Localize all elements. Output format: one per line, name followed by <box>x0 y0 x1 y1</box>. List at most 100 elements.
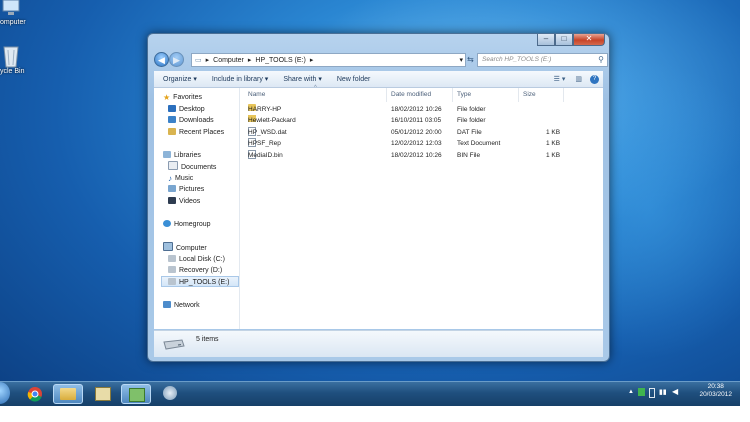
file-list: Name ^ Date modified Type Size HARRY-HP … <box>240 85 606 329</box>
preview-pane-icon[interactable]: ▥ <box>575 75 582 83</box>
nav-network[interactable]: Network <box>163 300 200 311</box>
breadcrumb-separator-icon: ▸ <box>247 57 252 64</box>
nav-local-disk[interactable]: Local Disk (C:) <box>168 254 225 265</box>
file-date: 18/02/2012 10:26 <box>391 106 442 113</box>
breadcrumb-computer[interactable]: Computer <box>213 57 244 64</box>
column-header-name[interactable]: Name <box>248 91 265 98</box>
nav-computer[interactable]: Computer <box>163 242 207 253</box>
start-button[interactable] <box>0 382 10 404</box>
nav-documents[interactable]: Documents <box>168 161 216 172</box>
file-type: File folder <box>457 106 486 113</box>
chrome-icon <box>27 387 42 402</box>
nav-recent-places[interactable]: Recent Places <box>168 127 224 138</box>
forward-button[interactable]: ▶ <box>169 52 184 67</box>
recent-places-icon <box>168 128 176 135</box>
clock-time: 20:38 <box>707 383 724 390</box>
desktop-recycle-bin-icon[interactable]: ycle Bin <box>0 44 34 75</box>
search-placeholder: Search HP_TOOLS (E:) <box>482 56 552 63</box>
videos-icon <box>168 197 176 204</box>
show-hidden-icons-icon[interactable]: ▲ <box>628 389 634 395</box>
downloads-icon <box>168 116 176 123</box>
clock[interactable]: 20:38 20/03/2012 <box>699 383 732 399</box>
nav-homegroup[interactable]: Homegroup <box>163 219 211 230</box>
libraries-icon <box>163 151 171 158</box>
drive-icon <box>168 255 176 262</box>
file-size: 1 KB <box>546 129 561 136</box>
file-size: 1 KB <box>546 140 561 147</box>
address-bar[interactable]: ▭ ▸ Computer ▸ HP_TOOLS (E:) ▸ ▾ <box>191 53 466 67</box>
nav-downloads[interactable]: Downloads <box>168 115 214 126</box>
nav-music[interactable]: ♪ Music <box>168 173 193 184</box>
file-row[interactable]: HPSF_Rep 12/02/2012 12:03 Text Document … <box>246 138 606 149</box>
file-date: 18/02/2012 10:26 <box>391 152 442 159</box>
computer-small-icon: ▭ <box>195 57 202 64</box>
column-header-size[interactable]: Size <box>523 91 536 98</box>
explorer-content: ★ Favorites Desktop Downloads Recent Plac… <box>154 85 606 329</box>
homegroup-icon <box>163 220 171 227</box>
music-icon: ♪ <box>168 174 172 183</box>
taskbar-explorer-button[interactable] <box>53 384 83 404</box>
file-name: HP_WSD.dat <box>248 129 287 136</box>
desktop-icon <box>168 105 176 112</box>
battery-icon[interactable] <box>649 388 655 398</box>
navigation-pane: ★ Favorites Desktop Downloads Recent Plac… <box>154 88 240 329</box>
new-folder-button[interactable]: New folder <box>337 76 370 83</box>
volume-icon[interactable]: ◀ <box>672 387 678 396</box>
recycle-bin-icon <box>3 46 19 68</box>
breadcrumb-separator-icon: ▸ <box>309 57 314 64</box>
minimize-button[interactable]: – <box>537 34 555 46</box>
file-name: Hewlett-Packard <box>248 117 296 124</box>
desktop: omputer ycle Bin – □ ✕ ◀ ▶ ▭ ▸ Computer … <box>0 0 740 402</box>
computer-icon <box>163 242 173 251</box>
desktop-icon-label: omputer <box>0 19 26 26</box>
file-name: HPSF_Rep <box>248 140 281 147</box>
status-bar: 5 items <box>154 330 603 357</box>
nav-pictures[interactable]: Pictures <box>168 184 204 195</box>
nav-recovery[interactable]: Recovery (D:) <box>168 265 222 276</box>
view-options-icon[interactable]: ☰ ▾ <box>554 75 566 83</box>
navigation-bar: ◀ ▶ ▭ ▸ Computer ▸ HP_TOOLS (E:) ▸ ▾ ⇆ S… <box>154 51 608 69</box>
column-header-type[interactable]: Type <box>457 91 471 98</box>
desktop-computer-icon[interactable]: omputer <box>0 0 34 26</box>
explorer-window: – □ ✕ ◀ ▶ ▭ ▸ Computer ▸ HP_TOOLS (E:) ▸… <box>147 33 610 362</box>
file-date: 12/02/2012 12:03 <box>391 140 442 147</box>
breadcrumb-current[interactable]: HP_TOOLS (E:) <box>255 57 305 64</box>
column-header-date-modified[interactable]: Date modified <box>391 91 431 98</box>
address-dropdown-icon[interactable]: ▾ <box>459 56 463 64</box>
share-with-button[interactable]: Share with ▾ <box>283 75 322 83</box>
nav-hp-tools[interactable]: HP_TOOLS (E:) <box>161 276 239 287</box>
drive-icon <box>163 339 185 350</box>
command-bar: Organize ▾ Include in library ▾ Share wi… <box>154 71 603 88</box>
back-button[interactable]: ◀ <box>154 52 169 67</box>
sort-indicator-icon: ^ <box>314 85 317 91</box>
taskbar-chrome-button[interactable] <box>20 384 50 404</box>
include-in-library-button[interactable]: Include in library ▾ <box>212 75 268 83</box>
nav-libraries[interactable]: Libraries <box>163 150 201 161</box>
file-row[interactable]: Hewlett-Packard 16/10/2011 03:05 File fo… <box>246 115 606 126</box>
taskbar-drive-button[interactable] <box>156 384 186 404</box>
drive-icon <box>168 266 176 273</box>
network-icon[interactable]: ▮▮ <box>659 388 667 396</box>
file-row[interactable]: MediaID.bin 18/02/2012 10:26 BIN File 1 … <box>246 150 606 161</box>
file-name: HARRY-HP <box>248 106 282 113</box>
help-icon[interactable]: ? <box>590 74 599 84</box>
taskbar-control-panel-button[interactable] <box>121 384 151 404</box>
nav-favorites[interactable]: ★ Favorites <box>163 92 202 103</box>
file-type: BIN File <box>457 152 481 159</box>
maximize-button[interactable]: □ <box>555 34 573 46</box>
search-input[interactable]: Search HP_TOOLS (E:) ⚲ <box>477 53 608 67</box>
organize-button[interactable]: Organize ▾ <box>163 75 197 83</box>
close-button[interactable]: ✕ <box>573 34 605 46</box>
caption-buttons: – □ ✕ <box>537 34 605 47</box>
nav-desktop[interactable]: Desktop <box>168 104 205 115</box>
file-type: Text Document <box>457 140 501 147</box>
refresh-button[interactable]: ⇆ <box>467 53 476 67</box>
nav-videos[interactable]: Videos <box>168 196 200 207</box>
search-icon: ⚲ <box>598 55 604 64</box>
file-row[interactable]: HARRY-HP 18/02/2012 10:26 File folder <box>246 104 606 115</box>
action-center-icon[interactable] <box>638 388 645 396</box>
desktop-icon-label: ycle Bin <box>0 68 25 75</box>
network-icon <box>163 301 171 308</box>
taskbar-app-button[interactable] <box>88 384 118 404</box>
file-row[interactable]: HP_WSD.dat 05/01/2012 20:00 DAT File 1 K… <box>246 127 606 138</box>
